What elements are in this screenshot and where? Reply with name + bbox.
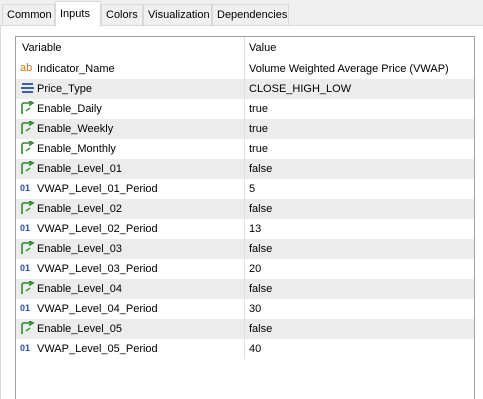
value-cell[interactable]: 40	[248, 339, 474, 359]
variable-name: Enable_Level_04	[37, 283, 123, 296]
value-cell[interactable]: false	[248, 199, 474, 219]
variable-cell: Enable_Daily	[16, 99, 245, 119]
variable-name: Enable_Level_01	[37, 163, 123, 176]
table-row[interactable]: 01 VWAP_Level_04_Period 30	[16, 299, 474, 319]
value-column-header[interactable]: Value	[248, 37, 474, 59]
bool-icon	[20, 100, 36, 115]
bool-icon	[20, 140, 36, 155]
variable-name: VWAP_Level_02_Period	[37, 223, 158, 236]
value-cell[interactable]: Volume Weighted Average Price (VWAP)	[248, 59, 474, 79]
variable-column-header[interactable]: Variable	[16, 37, 245, 59]
table-row[interactable]: 01 VWAP_Level_01_Period 5	[16, 179, 474, 199]
table-row[interactable]: Enable_Weekly true	[16, 119, 474, 139]
table-row[interactable]: Enable_Level_01 false	[16, 159, 474, 179]
variable-cell: Enable_Level_05	[16, 319, 245, 339]
variable-name: Indicator_Name	[37, 63, 115, 76]
variable-name: VWAP_Level_04_Period	[37, 303, 158, 316]
variable-name: Enable_Level_03	[37, 243, 123, 256]
value-cell[interactable]: 13	[248, 219, 474, 239]
variable-cell: Enable_Monthly	[16, 139, 245, 159]
variable-name: VWAP_Level_05_Period	[37, 343, 158, 356]
table-row[interactable]: 01 VWAP_Level_03_Period 20	[16, 259, 474, 279]
variable-cell: Enable_Level_01	[16, 159, 245, 179]
variable-cell: 01 VWAP_Level_01_Period	[16, 179, 245, 199]
inputs-grid: Variable Value ab Indicator_Name Volume We…	[15, 36, 475, 399]
int-icon: 01	[20, 183, 31, 194]
variable-cell: Enable_Level_02	[16, 199, 245, 219]
table-row[interactable]: Enable_Level_02 false	[16, 199, 474, 219]
bool-icon	[20, 120, 36, 135]
table-row[interactable]: Enable_Level_03 false	[16, 239, 474, 259]
tab-bar: Common Inputs Colors Visualization Depen…	[0, 0, 483, 27]
table-row[interactable]: Enable_Level_05 false	[16, 319, 474, 339]
table-row[interactable]: Enable_Level_04 false	[16, 279, 474, 299]
tab-colors[interactable]: Colors	[101, 4, 143, 25]
enum-icon	[20, 81, 36, 95]
variable-cell: Enable_Level_04	[16, 279, 245, 299]
grid-header: Variable Value	[16, 37, 474, 59]
variable-name: VWAP_Level_01_Period	[37, 183, 158, 196]
int-icon: 01	[20, 343, 31, 354]
variable-name: Price_Type	[37, 83, 93, 96]
string-icon: ab	[20, 62, 33, 75]
grid-rows: ab Indicator_Name Volume Weighted Average …	[16, 59, 474, 359]
bool-icon	[20, 240, 36, 255]
int-icon: 01	[20, 223, 31, 234]
table-row[interactable]: Enable_Daily true	[16, 99, 474, 119]
value-cell[interactable]: false	[248, 319, 474, 339]
variable-cell: 01 VWAP_Level_05_Period	[16, 339, 245, 359]
table-row[interactable]: Price_Type CLOSE_HIGH_LOW	[16, 79, 474, 99]
int-icon: 01	[20, 303, 31, 314]
variable-name: Enable_Monthly	[37, 143, 116, 156]
variable-name: Enable_Weekly	[37, 123, 114, 136]
bool-icon	[20, 200, 36, 215]
value-cell[interactable]: true	[248, 139, 474, 159]
tab-common[interactable]: Common	[2, 4, 55, 25]
tab-inputs[interactable]: Inputs	[55, 1, 101, 27]
table-row[interactable]: 01 VWAP_Level_02_Period 13	[16, 219, 474, 239]
variable-name: Enable_Level_05	[37, 323, 123, 336]
variable-cell: 01 VWAP_Level_03_Period	[16, 259, 245, 279]
variable-cell: Enable_Level_03	[16, 239, 245, 259]
table-row[interactable]: Enable_Monthly true	[16, 139, 474, 159]
variable-name: Enable_Level_02	[37, 203, 123, 216]
variable-name: Enable_Daily	[37, 103, 102, 116]
tab-dependencies[interactable]: Dependencies	[212, 4, 289, 25]
variable-cell: 01 VWAP_Level_02_Period	[16, 219, 245, 239]
table-row[interactable]: ab Indicator_Name Volume Weighted Average …	[16, 59, 474, 79]
bool-icon	[20, 160, 36, 175]
value-cell[interactable]: 30	[248, 299, 474, 319]
variable-cell: ab Indicator_Name	[16, 59, 245, 79]
variable-cell: 01 VWAP_Level_04_Period	[16, 299, 245, 319]
variable-cell: Price_Type	[16, 79, 245, 99]
value-cell[interactable]: true	[248, 119, 474, 139]
table-row[interactable]: 01 VWAP_Level_05_Period 40	[16, 339, 474, 359]
int-icon: 01	[20, 263, 31, 274]
inputs-panel: Variable Value ab Indicator_Name Volume We…	[0, 26, 483, 399]
bool-icon	[20, 320, 36, 335]
value-cell[interactable]: CLOSE_HIGH_LOW	[248, 79, 474, 99]
value-cell[interactable]: false	[248, 279, 474, 299]
variable-cell: Enable_Weekly	[16, 119, 245, 139]
value-cell[interactable]: 20	[248, 259, 474, 279]
value-cell[interactable]: false	[248, 239, 474, 259]
tab-visualization[interactable]: Visualization	[143, 4, 212, 25]
value-cell[interactable]: true	[248, 99, 474, 119]
value-cell[interactable]: 5	[248, 179, 474, 199]
value-cell[interactable]: false	[248, 159, 474, 179]
bool-icon	[20, 280, 36, 295]
variable-name: VWAP_Level_03_Period	[37, 263, 158, 276]
